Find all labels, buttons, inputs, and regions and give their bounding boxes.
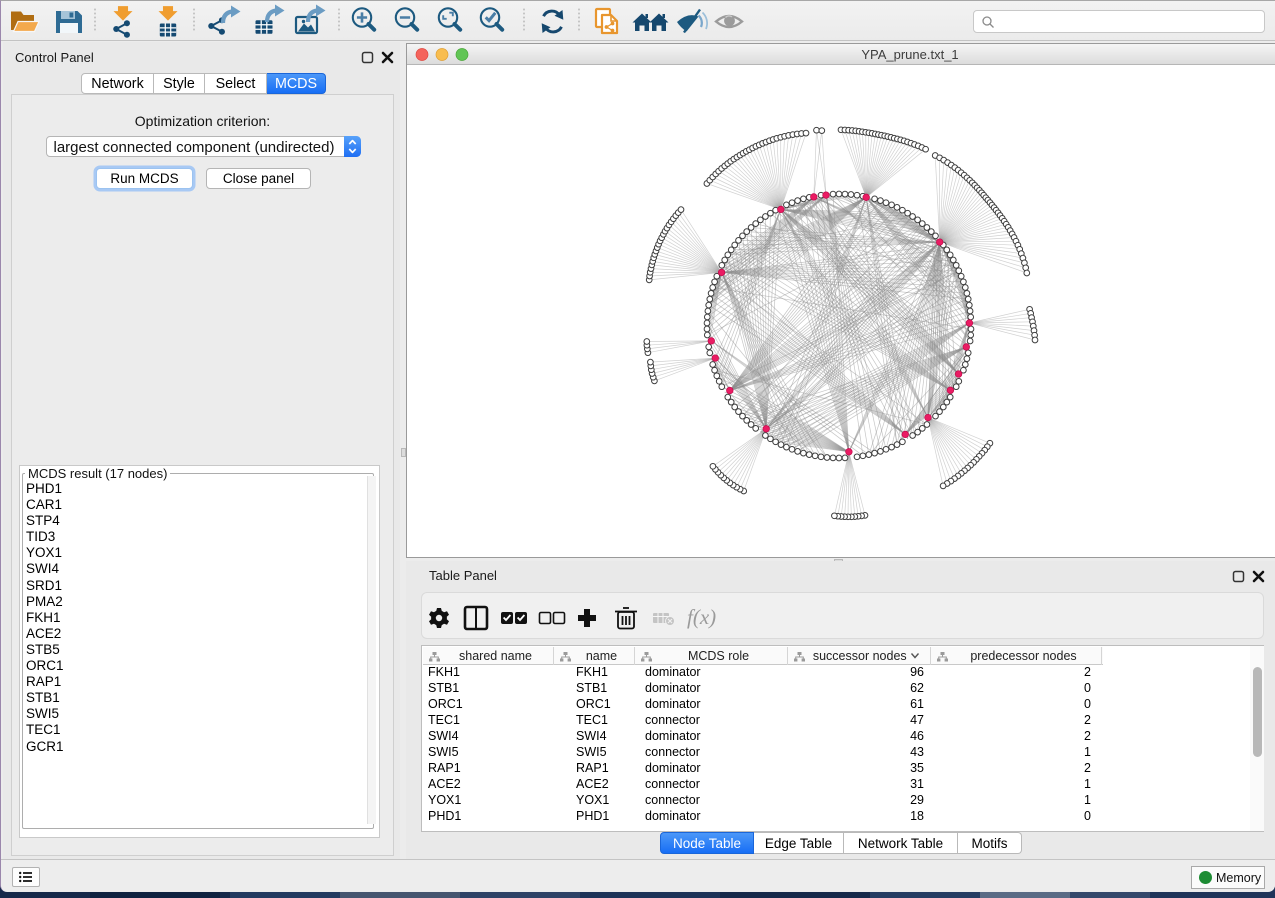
svg-text:f(x): f(x) xyxy=(687,605,716,629)
